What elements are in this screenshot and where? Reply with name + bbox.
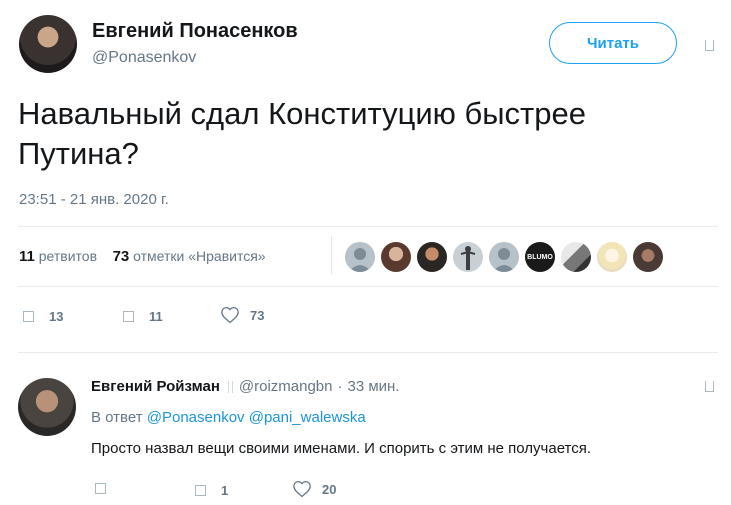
retweet-icon <box>123 311 134 322</box>
reply-retweet-action[interactable]: 1 <box>195 483 228 498</box>
liker-avatar-5[interactable] <box>489 242 519 272</box>
reply-time[interactable]: 33 мин. <box>348 378 400 395</box>
tweet-stats: 11 ретвитов 73 отметки «Нравится» <box>19 248 266 265</box>
reply-retweet-count: 1 <box>221 483 229 498</box>
author-name[interactable]: Евгений Понасенков <box>92 20 298 43</box>
retweet-icon <box>195 485 206 496</box>
liker-avatar-2[interactable] <box>381 242 411 272</box>
liker-avatar-1[interactable] <box>345 242 375 272</box>
more-options-icon[interactable] <box>705 40 714 51</box>
divider <box>18 286 718 287</box>
retweet-action[interactable]: 11 <box>123 309 163 324</box>
like-action[interactable]: 73 <box>220 306 264 324</box>
heart-icon <box>293 480 311 498</box>
tweet-timestamp[interactable]: 23:51 - 21 янв. 2020 г. <box>19 191 169 208</box>
liker-badge-text: BLUMO <box>527 253 553 261</box>
mention-link[interactable]: @Ponasenkov <box>147 409 245 426</box>
liker-avatar-8[interactable] <box>597 242 627 272</box>
reply-text: Просто назвал вещи своими именами. И спо… <box>91 440 592 457</box>
retweets-count[interactable]: 11 <box>19 248 35 265</box>
in-reply-prefix: В ответ <box>91 409 143 426</box>
reply-reply-action[interactable] <box>95 483 121 494</box>
retweets-label[interactable]: ретвитов <box>39 248 97 264</box>
reply-author-handle[interactable]: @roizmangbn <box>239 378 333 395</box>
reply-author-name[interactable]: Евгений Ройзман <box>91 378 220 395</box>
reply-header: Евгений Ройзман @roizmangbn · 33 мин. <box>91 378 400 395</box>
author-avatar[interactable] <box>19 15 77 73</box>
reply-separator: · <box>337 378 343 395</box>
tweet-text: Навальный сдал Конституцию быстрее Путин… <box>18 96 586 171</box>
liker-avatar-6[interactable]: BLUMO <box>525 242 555 272</box>
divider <box>18 226 718 227</box>
author-handle[interactable]: @Ponasenkov <box>92 49 196 67</box>
reply-author-avatar[interactable] <box>18 378 76 436</box>
reply-icon <box>23 311 34 322</box>
stats-separator <box>331 236 332 274</box>
divider <box>18 352 718 353</box>
reply-more-options-icon[interactable] <box>705 381 714 392</box>
reply-action[interactable]: 13 <box>23 309 63 324</box>
heart-icon <box>221 306 239 324</box>
reply-count: 13 <box>49 309 64 324</box>
reply-icon <box>95 483 106 494</box>
mention-link[interactable]: @pani_walewska <box>249 409 366 426</box>
badge-icon <box>227 380 233 393</box>
liker-avatar-3[interactable] <box>417 242 447 272</box>
liker-avatar-9[interactable] <box>633 242 663 272</box>
retweet-count: 11 <box>149 309 163 324</box>
follow-button[interactable]: Читать <box>549 22 677 64</box>
likes-count[interactable]: 73 <box>113 248 130 265</box>
likes-label[interactable]: отметки «Нравится» <box>133 248 265 264</box>
liker-avatar-7[interactable] <box>561 242 591 272</box>
reply-like-count: 20 <box>322 481 337 497</box>
like-count: 73 <box>250 307 265 323</box>
reply-like-action[interactable]: 20 <box>292 480 336 498</box>
in-reply-to: В ответ @Ponasenkov @pani_walewska <box>91 409 366 426</box>
liker-avatar-4[interactable] <box>453 242 483 272</box>
